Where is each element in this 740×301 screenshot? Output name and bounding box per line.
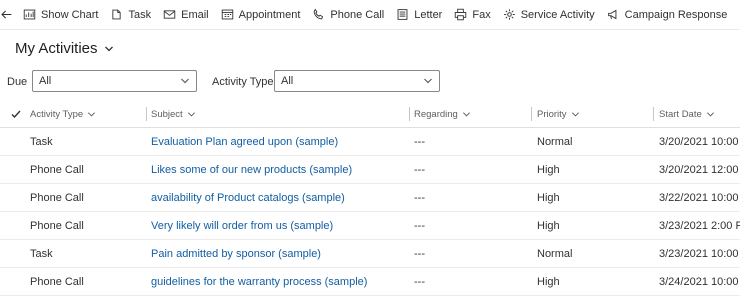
campaign-response-icon [607, 9, 617, 20]
column-header-subject[interactable]: Subject [151, 100, 196, 128]
start-date-cell: 3/24/2021 10:00 A [659, 276, 740, 288]
column-divider[interactable] [531, 107, 532, 121]
subject-link[interactable]: Evaluation Plan agreed upon (sample) [151, 128, 338, 156]
service-activity-icon [503, 9, 515, 20]
back-button[interactable] [0, 0, 13, 29]
table-row[interactable]: Phone Call availability of Product catal… [0, 184, 740, 212]
column-header-start-date[interactable]: Start Date [659, 100, 715, 128]
other-activities-button[interactable]: Ot [733, 0, 740, 29]
new-service-activity-button[interactable]: Service Activity [497, 0, 601, 29]
new-phone-call-button[interactable]: Phone Call [306, 0, 390, 29]
activity-type-filter-value: All [281, 75, 294, 87]
show-chart-button[interactable]: Show Chart [17, 0, 104, 29]
due-filter-value: All [39, 75, 52, 87]
chevron-down-icon [187, 111, 195, 117]
subject-link[interactable]: guidelines for the warranty process (sam… [151, 268, 367, 296]
activity-type-cell: Phone Call [30, 164, 84, 176]
new-letter-button[interactable]: Letter [390, 0, 448, 29]
priority-cell: High [537, 192, 560, 204]
phone-icon [314, 8, 324, 20]
start-date-cell: 3/23/2021 2:00 PM [659, 220, 740, 232]
phone-call-label: Phone Call [330, 8, 385, 21]
subject-link[interactable]: Very likely will order from us (sample) [151, 212, 333, 240]
appointment-label: Appointment [238, 8, 301, 21]
select-all-checkmark-icon[interactable] [10, 108, 22, 120]
table-row[interactable]: Task Evaluation Plan agreed upon (sample… [0, 128, 740, 156]
back-arrow-icon [1, 10, 12, 19]
activities-grid: Activity Type Subject Regarding Priority… [0, 100, 740, 296]
fax-icon [455, 8, 467, 21]
chevron-down-icon [104, 46, 113, 51]
column-header-regarding[interactable]: Regarding [414, 100, 471, 128]
calendar-icon [221, 9, 233, 20]
activity-type-cell: Task [30, 136, 53, 148]
subject-link[interactable]: availability of Product catalogs (sample… [151, 184, 345, 212]
fax-label: Fax [472, 8, 491, 21]
regarding-cell: --- [414, 192, 425, 204]
due-filter-label: Due [7, 76, 28, 88]
show-chart-label: Show Chart [41, 8, 99, 21]
command-bar: Show Chart Task Email Appointment Phone … [0, 0, 740, 30]
new-campaign-response-button[interactable]: Campaign Response [601, 0, 734, 29]
new-fax-button[interactable]: Fax [448, 0, 496, 29]
campaign-response-label: Campaign Response [624, 8, 728, 21]
activity-type-cell: Phone Call [30, 192, 84, 204]
view-selector[interactable]: My Activities [15, 40, 114, 57]
column-divider[interactable] [409, 107, 410, 121]
task-label: Task [128, 8, 152, 21]
column-header-activity-type[interactable]: Activity Type [30, 100, 96, 128]
priority-cell: High [537, 276, 560, 288]
email-label: Email [181, 8, 209, 21]
column-divider[interactable] [146, 107, 147, 121]
service-activity-label: Service Activity [520, 8, 595, 21]
view-title: My Activities [15, 40, 98, 57]
regarding-cell: --- [414, 136, 425, 148]
new-appointment-button[interactable]: Appointment [215, 0, 307, 29]
chevron-down-icon [571, 111, 579, 117]
chevron-down-icon [88, 111, 96, 117]
priority-cell: Normal [537, 136, 573, 148]
start-date-cell: 3/20/2021 12:00 P [659, 164, 740, 176]
chart-icon [23, 9, 36, 20]
activity-type-cell: Phone Call [30, 220, 84, 232]
priority-cell: Normal [537, 248, 573, 260]
table-row[interactable]: Task Pain admitted by sponsor (sample) -… [0, 240, 740, 268]
start-date-cell: 3/22/2021 10:00 A [659, 192, 740, 204]
column-divider[interactable] [653, 107, 654, 121]
subject-link[interactable]: Pain admitted by sponsor (sample) [151, 240, 321, 268]
activity-type-filter-dropdown[interactable]: All [274, 70, 440, 92]
subject-link[interactable]: Likes some of our new products (sample) [151, 156, 352, 184]
table-row[interactable]: Phone Call guidelines for the warranty p… [0, 268, 740, 296]
email-icon [163, 10, 176, 19]
start-date-cell: 3/23/2021 10:00 A [659, 248, 740, 260]
start-date-cell: 3/20/2021 10:00 A [659, 136, 740, 148]
chevron-down-icon [181, 78, 189, 84]
column-header-priority[interactable]: Priority [537, 100, 580, 128]
activity-type-cell: Phone Call [30, 276, 84, 288]
priority-cell: High [537, 220, 560, 232]
chevron-down-icon [462, 111, 470, 117]
letter-icon [397, 9, 408, 20]
letter-label: Letter [414, 8, 443, 21]
priority-cell: High [537, 164, 560, 176]
regarding-cell: --- [414, 276, 425, 288]
regarding-cell: --- [414, 220, 425, 232]
table-row[interactable]: Phone Call Very likely will order from u… [0, 212, 740, 240]
task-icon [112, 9, 122, 20]
table-row[interactable]: Phone Call Likes some of our new product… [0, 156, 740, 184]
new-email-button[interactable]: Email [157, 0, 215, 29]
activity-type-filter-label: Activity Type [212, 76, 274, 88]
regarding-cell: --- [414, 164, 425, 176]
due-filter-dropdown[interactable]: All [32, 70, 197, 92]
grid-header: Activity Type Subject Regarding Priority… [0, 100, 740, 128]
chevron-down-icon [706, 111, 714, 117]
activity-type-cell: Task [30, 248, 53, 260]
new-task-button[interactable]: Task [104, 0, 157, 29]
regarding-cell: --- [414, 248, 425, 260]
chevron-down-icon [424, 78, 432, 84]
